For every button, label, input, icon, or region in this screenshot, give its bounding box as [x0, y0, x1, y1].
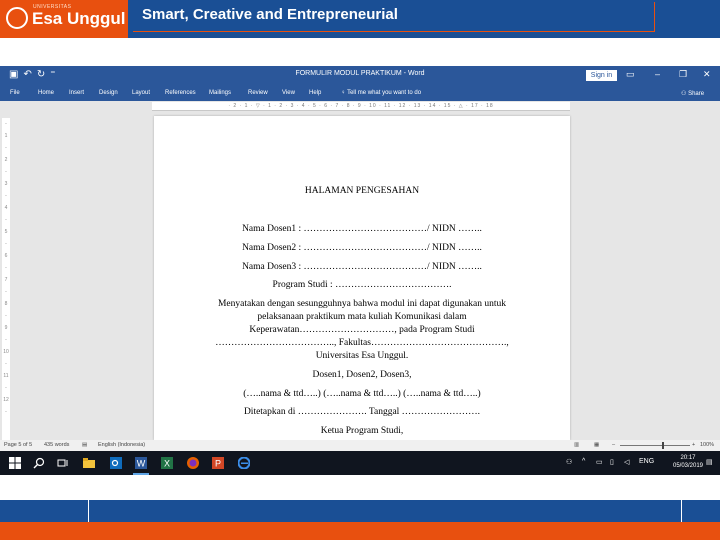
slide-tagline: Smart, Creative and Entrepreneurial [142, 6, 398, 23]
notifications-icon[interactable]: ▤ [706, 458, 713, 466]
word-icon[interactable]: W [135, 457, 147, 469]
statement-line-5: Universitas Esa Unggul. [315, 351, 409, 361]
page-count[interactable]: Page 5 of 5 [4, 442, 32, 448]
read-mode-icon[interactable]: ▥ [574, 442, 579, 448]
network-icon[interactable]: ▭ [596, 458, 603, 466]
minimize-icon[interactable]: – [655, 69, 660, 79]
vertical-ruler[interactable]: -1-2-3-4-5-6-7-8-9-10-11-12- [2, 118, 10, 440]
tab-references[interactable]: References [165, 90, 196, 96]
ruler-ticks: · 2 · 1 · ▽ · 1 · 2 · 3 · 4 · 5 · 6 · 7 … [228, 103, 494, 109]
share-label: Share [688, 91, 705, 97]
dosen2-line: Nama Dosen2 : …………………………………/ NIDN …….. [242, 243, 482, 253]
tell-me-search[interactable]: ♀ Tell me what you want to do [341, 90, 421, 96]
zoom-level[interactable]: 100% [700, 442, 714, 448]
word-count[interactable]: 435 words [44, 442, 69, 448]
zoom-slider-handle[interactable] [662, 442, 664, 449]
volume-icon[interactable]: ◁ [624, 458, 629, 466]
word-active-indicator [133, 473, 149, 475]
share-button[interactable]: ⚇ Share [681, 90, 704, 97]
excel-icon[interactable]: X [161, 457, 173, 469]
document-title: FORMULIR MODUL PRAKTIKUM - Word [295, 70, 425, 77]
horizontal-ruler[interactable]: · 2 · 1 · ▽ · 1 · 2 · 3 · 4 · 5 · 6 · 7 … [152, 102, 570, 111]
outlook-icon[interactable] [110, 457, 122, 469]
task-view-icon[interactable] [57, 457, 69, 469]
program-studi-line: Program Studi : ………………………………. [272, 280, 452, 290]
system-clock[interactable]: 20:17 05/03/2019 [672, 454, 704, 470]
signatories-line: Dosen1, Dosen2, Dosen3, [312, 370, 412, 380]
status-bar: Page 5 of 5 435 words ▤ English (Indones… [0, 440, 720, 451]
print-layout-icon[interactable]: ▦ [594, 442, 599, 448]
input-language[interactable]: ENG [639, 458, 654, 465]
signature-slots-line: (…..nama & ttd…..) (…..nama & ttd…..) (…… [243, 389, 481, 399]
statement-line-4: ……………………………….., Fakultas……………………………………., [215, 338, 509, 348]
redo-icon[interactable]: ↻ [37, 69, 50, 80]
edge-icon[interactable] [238, 457, 250, 469]
powerpoint-icon[interactable]: P [212, 457, 224, 469]
ribbon-display-options-icon[interactable]: ▭ [626, 69, 635, 80]
tab-design[interactable]: Design [99, 90, 118, 96]
tab-layout[interactable]: Layout [132, 90, 150, 96]
university-logo: UNIVERSITAS Esa Unggul [0, 0, 128, 38]
restore-icon[interactable]: ❐ [679, 69, 687, 80]
slide-header-banner: UNIVERSITAS Esa Unggul Smart, Creative a… [0, 0, 720, 38]
windows-start-icon[interactable] [9, 457, 21, 469]
statement-line-3: Keperawatan…………………………, pada Program Stud… [249, 325, 475, 335]
person-icon: ⚇ [681, 91, 687, 97]
ribbon-tabs: File Home Insert Design Layout Reference… [0, 86, 720, 101]
document-heading: HALAMAN PENGESAHAN [304, 186, 420, 196]
tab-help[interactable]: Help [309, 90, 321, 96]
lightbulb-icon: ♀ [341, 90, 346, 96]
windows-taskbar: W X P ⚇ ^ ▭ ▯ ◁ ENG 20:17 05/03/2019 ▤ [0, 451, 720, 475]
quick-access-toolbar: ▣↶↻⁼ [9, 69, 61, 80]
statement-line-2: pelaksanaan praktikum mata kuliah Komuni… [257, 312, 467, 322]
zoom-in-icon[interactable]: + [692, 442, 695, 448]
svg-text:X: X [164, 459, 170, 469]
clock-date: 05/03/2019 [672, 463, 704, 469]
svg-text:P: P [215, 459, 221, 469]
svg-text:W: W [137, 459, 146, 469]
people-icon[interactable]: ⚇ [566, 458, 572, 466]
logo-emblem-icon [6, 7, 28, 29]
zoom-out-icon[interactable]: – [612, 442, 615, 448]
logo-text: Esa Unggul [32, 9, 126, 28]
tab-view[interactable]: View [282, 90, 295, 96]
statement-line-1: Menyatakan dengan sesungguhnya bahwa mod… [217, 299, 507, 309]
ditetapkan-line: Ditetapkan di …………………. Tanggal ……………………. [243, 407, 481, 417]
vertical-ruler-ticks: -1-2-3-4-5-6-7-8-9-10-11-12- [3, 121, 9, 415]
battery-icon[interactable]: ▯ [610, 458, 614, 466]
tab-file[interactable]: File [10, 90, 20, 96]
close-icon[interactable]: ✕ [703, 69, 711, 80]
dosen3-line: Nama Dosen3 : …………………………………/ NIDN …….. [242, 262, 482, 272]
zoom-slider[interactable] [620, 445, 690, 446]
sign-in-button[interactable]: Sign in [586, 70, 617, 81]
tab-review[interactable]: Review [248, 90, 268, 96]
footer-frame-line [88, 498, 682, 522]
ketua-program-line: Ketua Program Studi, [320, 426, 404, 436]
clock-time: 20:17 [680, 455, 696, 461]
search-icon[interactable] [33, 457, 45, 469]
file-explorer-icon[interactable] [83, 457, 95, 469]
tell-me-label: Tell me what you want to do [347, 90, 422, 96]
firefox-icon[interactable] [187, 457, 199, 469]
save-icon[interactable]: ▣ [9, 69, 23, 80]
dosen1-line: Nama Dosen1 : …………………………………/ NIDN …….. [242, 224, 482, 234]
language-status[interactable]: English (Indonesia) [98, 442, 145, 448]
customize-toolbar-icon[interactable]: ⁼ [50, 69, 60, 80]
undo-icon[interactable]: ↶ [23, 69, 36, 80]
document-page[interactable]: HALAMAN PENGESAHAN Nama Dosen1 : …………………… [154, 116, 570, 440]
word-title-bar: ▣↶↻⁼ FORMULIR MODUL PRAKTIKUM - Word Sig… [0, 66, 720, 86]
tab-mailings[interactable]: Mailings [209, 90, 231, 96]
slide-footer-orange [0, 522, 720, 540]
proofing-icon[interactable]: ▤ [82, 442, 87, 448]
tab-home[interactable]: Home [38, 90, 54, 96]
tab-insert[interactable]: Insert [69, 90, 84, 96]
tray-chevron-icon[interactable]: ^ [582, 458, 585, 465]
